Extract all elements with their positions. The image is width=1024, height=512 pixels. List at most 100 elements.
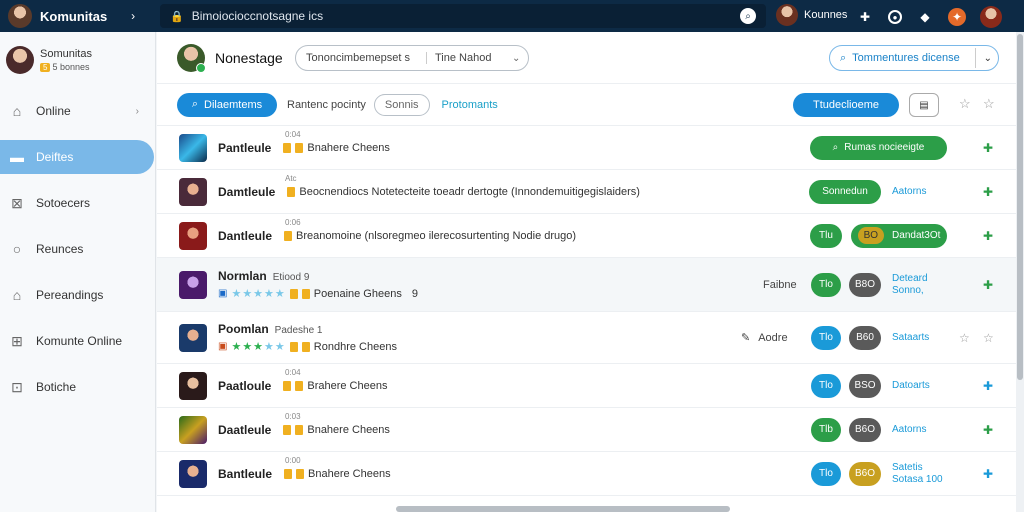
address-bar[interactable]: 🔒 Bimoiocioccnotsagne ics ⌕ [160, 4, 766, 28]
plus-icon[interactable]: ✚ [983, 141, 993, 155]
item-name: Damtleule [218, 184, 276, 199]
circle-icon: ○ [12, 241, 22, 257]
profile-avatar[interactable] [980, 6, 1002, 28]
list-item[interactable]: Atc Damtleule Beocnendiocs Notetecteite … [157, 170, 1016, 214]
item-link[interactable]: Aatorns [892, 186, 926, 198]
status-button[interactable]: Tlu [810, 223, 842, 248]
plus-icon[interactable]: ✚ [983, 229, 993, 243]
filter-select-extra: Tine Nahod [426, 52, 512, 64]
list-item[interactable]: 0:04 Pantleule Bnahere Cheens ⌕ Rumas noc… [157, 126, 1016, 170]
sidebar-profile[interactable]: Somunitas 5 5 bonnes [0, 32, 155, 88]
plus-icon[interactable]: ✚ [983, 278, 993, 292]
shield-icon[interactable]: ◆ [916, 8, 934, 26]
settings-icon[interactable]: ● [888, 10, 902, 24]
status-button[interactable]: Tlb [811, 417, 841, 442]
horizontal-scrollbar[interactable] [396, 506, 730, 512]
grid-view-icon[interactable]: ▤ [909, 93, 939, 117]
sidebar-item-sotoecers[interactable]: ⊠ Sotoecers [0, 180, 155, 226]
item-link[interactable]: Aatorns [892, 424, 926, 436]
item-desc-text: Brahere Cheens [307, 379, 388, 392]
scrollbar-thumb[interactable] [1017, 34, 1023, 380]
primary-filter-button[interactable]: ⌕ Dilaemtems [177, 92, 277, 117]
item-link[interactable]: Datoarts [892, 380, 930, 392]
item-name: Poomlan [218, 322, 269, 336]
list-item[interactable]: Poomlan Padeshe 1 ▣ ★★★★★ Rondhre Cheens… [157, 312, 1016, 364]
game-icon [179, 459, 207, 488]
sidebar-item-online[interactable]: ⌂ Online › [0, 88, 155, 134]
sidebar-item-botiche[interactable]: ⊡ Botiche [0, 364, 155, 410]
plus-icon[interactable]: ✚ [983, 185, 993, 199]
star-icon[interactable]: ☆ [983, 96, 995, 112]
gold-badge: BO [857, 227, 885, 244]
filter-link[interactable]: Protomants [442, 99, 498, 111]
notification-icon[interactable]: ✦ [948, 8, 966, 26]
status-button-secondary[interactable]: B8O [849, 272, 881, 297]
filter-bar: ⌕ Dilaemtems Rantenc pocinty Sonnis Prot… [157, 84, 1016, 126]
badge-icon: ▣ [218, 288, 228, 299]
main-panel: Nonestage Tononcimbemepset s Tine Nahod … [157, 32, 1016, 512]
sidebar: Somunitas 5 5 bonnes ⌂ Online › ▬ Deifte… [0, 32, 156, 512]
item-meta: Atc [285, 174, 297, 183]
sidebar-item-reunces[interactable]: ○ Reunces [0, 226, 155, 272]
star-icon[interactable]: ☆ [959, 96, 971, 112]
status-button[interactable]: ⌕ Rumas nocieeigte [810, 135, 947, 160]
sidebar-item-pereandings[interactable]: ⌂ Pereandings [0, 272, 155, 318]
plus-icon[interactable]: ✚ [983, 379, 993, 393]
item-desc: ▣ ★★★★★ Poenaine Gheens 9 [218, 287, 418, 301]
status-button-secondary[interactable]: BO Dandat3Ot [851, 223, 947, 248]
plus-icon[interactable]: ✚ [983, 467, 993, 481]
item-text: Normlan Etiood 9 ▣ ★★★★★ Poenaine Gheens… [218, 269, 418, 300]
sidebar-item-label: Pereandings [36, 288, 104, 302]
sidebar-item-label: Botiche [36, 380, 77, 394]
item-link[interactable]: Satetis Sotasa 100 [892, 462, 952, 486]
store-icon: ⊠ [11, 194, 23, 211]
filter-select[interactable]: Tononcimbemepset s Tine Nahod ⌄ [295, 45, 529, 71]
chevron-right-icon[interactable]: › [131, 9, 135, 23]
chevron-down-icon[interactable]: › [136, 106, 139, 117]
status-button[interactable]: Tlo [811, 461, 841, 486]
list-item[interactable]: 0:06 Dantleule Breanomoine (nlsoregmeo i… [157, 214, 1016, 258]
vertical-scrollbar[interactable] [1016, 32, 1024, 512]
list-item[interactable]: Normlan Etiood 9 ▣ ★★★★★ Poenaine Gheens… [157, 258, 1016, 312]
search-icon: ⌕ [832, 142, 839, 153]
lock-icon [295, 142, 304, 153]
item-desc: ▣ ★★★★★ Rondhre Cheens [218, 340, 397, 354]
status-button[interactable]: Tlo [811, 325, 841, 350]
filter-pill[interactable]: Sonnis [373, 93, 430, 116]
item-tag-text: Aodre [758, 332, 788, 344]
plus-icon[interactable]: ✚ [983, 423, 993, 437]
item-desc-text: Bnahere Cheens [307, 141, 390, 154]
action-button[interactable]: Ttudeclioeme [793, 93, 899, 117]
item-link[interactable]: Sataarts [892, 332, 929, 344]
status-button[interactable]: Tlo [811, 373, 841, 398]
user-name: Kounnes [804, 9, 848, 21]
status-button-secondary[interactable]: B6O [849, 417, 881, 442]
chevron-down-icon[interactable]: ⌄ [984, 53, 992, 64]
item-desc-number: 9 [411, 287, 418, 300]
filter-select-value: Tononcimbemepset s [306, 52, 410, 64]
user-menu[interactable]: Kounnes [776, 4, 847, 26]
sidebar-item-deiftes[interactable]: ▬ Deiftes [0, 140, 154, 174]
status-button-secondary[interactable]: BSO [849, 373, 881, 398]
lock-icon [287, 186, 296, 197]
status-button[interactable]: Sonnedun [809, 179, 881, 204]
status-button-secondary[interactable]: B6O [849, 461, 881, 486]
sidebar-item-komunte-online[interactable]: ⊞ Komunte Online [0, 318, 155, 364]
star-icon[interactable]: ☆ [983, 331, 994, 345]
search-select[interactable]: ⌕ Tommentures dicense ⌄ [829, 45, 999, 71]
list-item[interactable]: 0:00 Bantleule Bnahere Cheens Tlo B6O Sa… [157, 452, 1016, 496]
star-icon[interactable]: ☆ [959, 331, 970, 345]
status-button-secondary[interactable]: B60 [849, 325, 881, 350]
chevron-down-icon[interactable]: ⌄ [512, 53, 520, 64]
list-item[interactable]: 0:03 Daatleule Bnahere Cheens Tlb B6O Aa… [157, 408, 1016, 452]
item-link[interactable]: Deteard Sonno, [892, 273, 952, 297]
list-item[interactable]: 0:04 Paatloule Brahere Cheens Tlo BSO Da… [157, 364, 1016, 408]
puzzle-icon[interactable]: ✚ [856, 8, 874, 26]
pencil-icon[interactable]: ✎ [741, 332, 750, 344]
profile-sub: 5 bonnes [52, 62, 90, 72]
status-button[interactable]: Tlo [811, 272, 841, 297]
game-icon [179, 415, 207, 444]
page-avatar [177, 43, 206, 73]
search-icon[interactable]: ⌕ [740, 8, 756, 24]
item-name: Paatloule [218, 378, 272, 393]
